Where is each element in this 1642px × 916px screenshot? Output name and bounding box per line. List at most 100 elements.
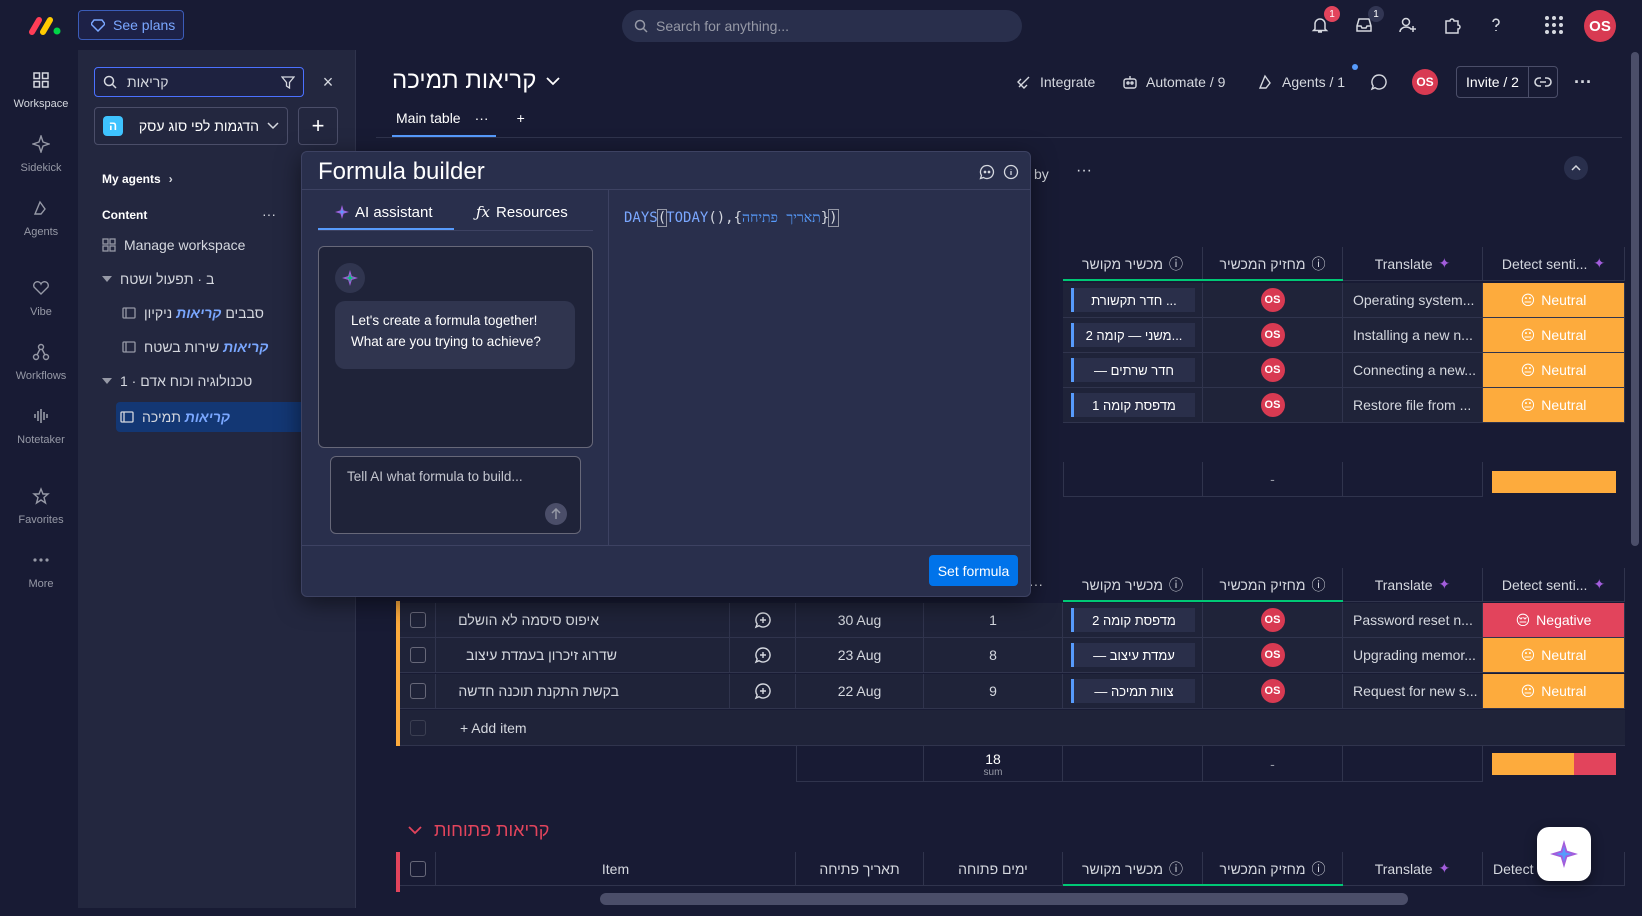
add-update-icon[interactable] (754, 646, 772, 664)
open-date-cell[interactable]: 23 Aug (796, 638, 924, 673)
automate-button[interactable]: Automate / 9 (1122, 72, 1225, 92)
holder-cell[interactable]: OS (1203, 388, 1343, 423)
col-header-detect[interactable]: Detect senti... ✦ (1483, 568, 1625, 602)
device-link[interactable]: מדפסת קומה 2 (1070, 608, 1195, 632)
holder-cell[interactable]: OS (1203, 318, 1343, 353)
translate-cell[interactable]: Installing a new n... (1343, 318, 1483, 353)
holder-cell[interactable]: OS (1203, 603, 1343, 638)
my-agents-link[interactable]: My agents › (102, 172, 173, 186)
holder-cell[interactable]: OS (1203, 638, 1343, 673)
feedback-icon[interactable] (979, 164, 995, 180)
integrate-button[interactable]: Integrate (1016, 72, 1095, 92)
agents-button[interactable]: Agents / 1 (1258, 72, 1345, 92)
toolbar-more-icon[interactable]: ··· (1076, 162, 1092, 180)
chevron-down-icon[interactable] (408, 826, 422, 835)
info-icon[interactable]: ⓘ (1169, 575, 1183, 595)
rail-workflows[interactable]: Workflows (4, 340, 78, 382)
device-link[interactable]: חדר תקשורת ... (1070, 288, 1195, 312)
info-icon[interactable]: ⓘ (1312, 859, 1326, 879)
add-item-row[interactable]: + Add item (400, 710, 1625, 746)
board-owner-avatar[interactable]: OS (1412, 69, 1438, 95)
see-plans-button[interactable]: See plans (78, 10, 184, 40)
device-cell[interactable]: מדפסת קומה 1 (1063, 388, 1203, 423)
group-by-label[interactable]: by (1034, 166, 1049, 182)
col-header-holder[interactable]: מחזיק המכשיר ⓘ (1203, 247, 1343, 281)
select-all-checkbox[interactable] (409, 860, 426, 877)
collapse-up-icon[interactable] (1564, 156, 1588, 180)
updates-chat-icon[interactable] (1370, 72, 1388, 92)
device-link[interactable]: מדפסת קומה 1 (1070, 393, 1195, 417)
board-title[interactable]: קריאות תמיכה (392, 67, 561, 95)
device-link[interactable]: — עמדת עיצוב (1070, 643, 1195, 667)
open-date-cell[interactable]: 30 Aug (796, 603, 924, 638)
invite-button[interactable]: Invite / 2 (1456, 66, 1558, 98)
board-field-service[interactable]: קריאות שירות בשטח (118, 332, 318, 362)
info-icon[interactable] (1003, 164, 1019, 180)
info-icon[interactable]: ⓘ (1169, 859, 1183, 879)
add-view-icon[interactable]: + (517, 110, 525, 126)
info-icon[interactable]: ⓘ (1312, 254, 1326, 274)
info-icon[interactable]: ⓘ (1169, 254, 1183, 274)
item-name-cell[interactable]: שדרוג זיכרון בעמדת עיצוב (436, 638, 730, 673)
item-name-cell[interactable]: בקשת התקנת תוכנה חדשה (436, 674, 730, 709)
sentiment-cell[interactable]: 😔 Negative (1483, 603, 1625, 638)
row-checkbox[interactable] (409, 683, 426, 699)
item-name[interactable]: שדרוג זיכרון בעמדת עיצוב (466, 647, 617, 663)
device-cell[interactable]: משני — קומה 2... (1063, 318, 1203, 353)
col-header-translate[interactable]: Translate ✦ (1343, 247, 1483, 281)
rail-sidekick[interactable]: Sidekick (4, 132, 78, 174)
sentiment-cell[interactable]: 😐 Neutral (1483, 283, 1625, 318)
ai-prompt-input[interactable]: Tell AI what formula to build... (330, 456, 581, 534)
item-name[interactable]: בקשת התקנת תוכנה חדשה (458, 683, 619, 699)
info-icon[interactable]: ⓘ (1312, 575, 1326, 595)
col-header-device[interactable]: מכשיר מקושר ⓘ (1063, 852, 1203, 886)
select-all-cell[interactable] (400, 852, 436, 886)
group3-title[interactable]: קריאות פתוחות (434, 820, 549, 841)
col-header-open-days[interactable]: ימים פתוחה (924, 852, 1063, 886)
rail-more[interactable]: More (4, 548, 78, 590)
workspace-selector[interactable]: ה הדגמות לפי סוג עסק (94, 107, 288, 145)
app-grid-icon[interactable] (1542, 13, 1566, 37)
search-input[interactable]: Search for anything... (622, 10, 1022, 42)
col-header-holder[interactable]: מחזיק המכשיר ⓘ (1203, 852, 1343, 886)
device-cell[interactable]: מדפסת קומה 2 (1063, 603, 1203, 638)
help-icon[interactable] (1484, 13, 1508, 37)
tab-more-icon[interactable]: ··· (475, 110, 489, 126)
content-more-icon[interactable]: ··· (262, 206, 276, 222)
group-more-icon[interactable]: ··· (1029, 576, 1043, 592)
group3-header[interactable]: קריאות פתוחות (408, 820, 549, 841)
rail-favorites[interactable]: Favorites (4, 484, 78, 526)
board-more-icon[interactable]: ··· (1574, 72, 1592, 93)
open-date-cell[interactable]: 22 Aug (796, 674, 924, 709)
horizontal-scrollbar[interactable] (600, 893, 1408, 905)
device-cell[interactable]: חדר תקשורת ... (1063, 283, 1203, 318)
workspace-search-input[interactable]: קריאות (94, 67, 304, 97)
tab-resources[interactable]: ƒx Resources (476, 200, 568, 224)
rail-agents[interactable]: Agents (4, 196, 78, 238)
device-link[interactable]: — צוות תמיכה (1070, 679, 1195, 703)
translate-cell[interactable]: Connecting a new... (1343, 353, 1483, 388)
rail-notetaker[interactable]: Notetaker (4, 404, 78, 446)
notifications-bell-icon[interactable]: 1 (1308, 6, 1340, 37)
sentiment-cell[interactable]: 😐 Neutral (1483, 353, 1625, 388)
holder-cell[interactable]: OS (1203, 283, 1343, 318)
row-checkbox[interactable] (409, 612, 426, 628)
inbox-icon[interactable]: 1 (1352, 6, 1384, 37)
col-header-open-date[interactable]: תאריך פתיחה (796, 852, 924, 886)
tab-ai-assistant[interactable]: AI assistant (335, 200, 433, 224)
col-header-translate[interactable]: Translate ✦ (1343, 568, 1483, 602)
close-search-icon[interactable]: × (318, 72, 338, 92)
board-support-selected[interactable]: קריאות תמיכה (116, 402, 316, 432)
monday-logo-icon[interactable] (28, 14, 62, 36)
device-cell[interactable]: — חדר שרתים (1063, 353, 1203, 388)
device-cell[interactable]: — צוות תמיכה (1063, 674, 1203, 709)
formula-editor[interactable]: DAYS(TODAY(),{תאריך פתיחה}) (624, 209, 839, 227)
translate-cell[interactable]: Restore file from ... (1343, 388, 1483, 423)
device-cell[interactable]: — עמדת עיצוב (1063, 638, 1203, 673)
item-name[interactable]: איפוס סיסמה לא הושלם (458, 612, 599, 628)
sentiment-cell[interactable]: 😐 Neutral (1483, 638, 1625, 673)
col-header-holder[interactable]: מחזיק המכשיר ⓘ (1203, 568, 1343, 602)
translate-cell[interactable]: Operating system... (1343, 283, 1483, 318)
updates-cell[interactable] (730, 638, 796, 673)
updates-cell[interactable] (730, 603, 796, 638)
